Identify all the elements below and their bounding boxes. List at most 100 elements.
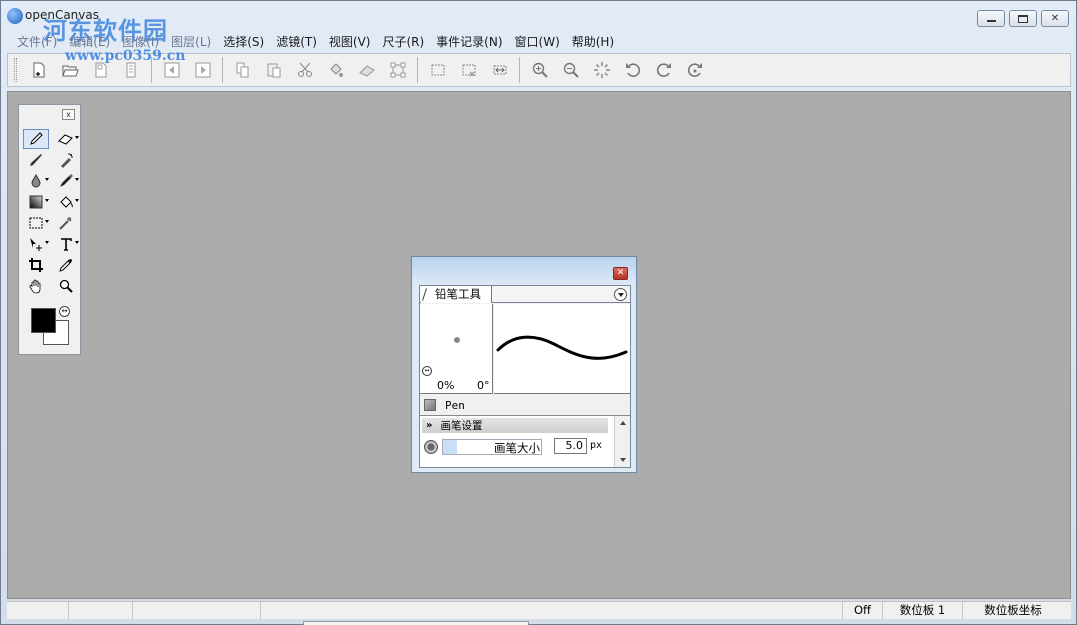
brush-preset-row[interactable]: Pen <box>420 395 630 415</box>
chevron-double-down-icon: » <box>426 420 433 431</box>
cut-button[interactable] <box>292 57 318 83</box>
menu-bar: 文件(F) 编辑(E) 图像(I) 图层(L) 选择(S) 滤镜(T) 视图(V… <box>7 31 1071 51</box>
menu-edit[interactable]: 编辑(E) <box>63 33 116 50</box>
status-tablet-coords: 数位板坐标 <box>984 603 1042 617</box>
save-icon <box>95 62 106 78</box>
gradient-tool[interactable] <box>23 192 49 212</box>
open-button[interactable] <box>57 57 83 83</box>
tab-pencil-tool[interactable]: 铅笔工具 <box>421 286 492 303</box>
brush-size-knob-icon[interactable] <box>424 440 438 454</box>
hand-icon <box>29 279 41 294</box>
scroll-up-icon[interactable] <box>620 421 626 425</box>
rotate-right-button[interactable] <box>651 57 677 83</box>
select-all-button[interactable] <box>425 57 451 83</box>
brush-size-input[interactable]: 5.0 <box>554 438 587 454</box>
paste-button[interactable] <box>261 57 287 83</box>
horizontal-scrollbar[interactable] <box>303 621 529 625</box>
status-cell-4 <box>261 602 843 619</box>
menu-window[interactable]: 窗口(W) <box>509 33 566 50</box>
new-file-button[interactable] <box>26 57 52 83</box>
bucket-icon <box>60 196 73 208</box>
palette-close-button[interactable]: x <box>62 109 75 120</box>
marquee-icon <box>29 217 43 229</box>
copy-button[interactable] <box>230 57 256 83</box>
menu-filter[interactable]: 滤镜(T) <box>270 33 323 50</box>
drop-icon <box>31 173 41 188</box>
reset-rotation-button[interactable] <box>682 57 708 83</box>
app-logo-icon <box>7 8 23 24</box>
menu-help[interactable]: 帮助(H) <box>566 33 620 50</box>
caret-down-icon <box>45 199 49 202</box>
transform-button[interactable] <box>385 57 411 83</box>
paste-icon <box>267 63 280 78</box>
fit-view-button[interactable] <box>589 57 615 83</box>
eraser-tool[interactable] <box>53 129 79 149</box>
flip-button[interactable] <box>487 57 513 83</box>
water-drop-tool[interactable] <box>23 171 49 191</box>
menu-select[interactable]: 选择(S) <box>217 33 270 50</box>
erase-icon <box>358 65 375 77</box>
prev-page-button[interactable] <box>159 57 185 83</box>
zoom-tool[interactable] <box>53 276 79 296</box>
deselect-button[interactable] <box>456 57 482 83</box>
airbrush-icon <box>61 153 73 168</box>
erase-button[interactable] <box>354 57 380 83</box>
caret-down-icon <box>45 178 49 181</box>
tip-angle-value: 0° <box>477 379 490 392</box>
close-icon: ✕ <box>1050 13 1060 24</box>
pencil-tool[interactable] <box>23 129 49 149</box>
brush-size-row: 画笔大小 5.0 px <box>422 436 612 458</box>
marker-tool[interactable] <box>53 171 79 191</box>
fill-button[interactable] <box>323 57 349 83</box>
next-page-button[interactable] <box>190 57 216 83</box>
rotate-tip-icon[interactable]: ↔ <box>422 366 432 376</box>
scroll-down-icon[interactable] <box>620 458 626 462</box>
prev-page-icon <box>164 62 179 78</box>
menu-history[interactable]: 事件记录(N) <box>430 33 508 50</box>
hand-tool[interactable] <box>23 276 49 296</box>
brush-settings-section: » 画笔设置 画笔大小 5.0 px <box>420 415 630 467</box>
brush-settings-header[interactable]: » 画笔设置 <box>422 418 608 433</box>
marker-icon <box>60 174 73 187</box>
move-tool[interactable] <box>23 234 49 254</box>
magic-wand-tool[interactable] <box>53 213 79 233</box>
save-all-icon <box>126 62 135 78</box>
panel-menu-button[interactable] <box>614 288 627 301</box>
dialog-close-button[interactable]: ✕ <box>613 267 628 280</box>
settings-scrollbar[interactable] <box>614 416 630 467</box>
pencil-tool-dialog: ✕ 铅笔工具 ↔ 0% 0° Pen » 画笔设置 画笔大小 5.0 px <box>411 256 637 473</box>
select-rect-icon <box>431 64 444 76</box>
swap-colors-icon[interactable]: ↔ <box>59 306 70 317</box>
eyedropper-tool[interactable] <box>53 255 79 275</box>
zoom-in-button[interactable] <box>527 57 553 83</box>
minimize-button[interactable] <box>977 10 1005 27</box>
airbrush-tool[interactable] <box>53 150 79 170</box>
rotate-left-button[interactable] <box>620 57 646 83</box>
tip-opacity-value: 0% <box>437 379 455 392</box>
toolbar-grip[interactable] <box>14 58 17 82</box>
selection-tool[interactable] <box>23 213 49 233</box>
crop-icon <box>29 258 43 272</box>
open-folder-icon <box>61 65 79 77</box>
brush-preset-icon <box>424 399 436 411</box>
menu-view[interactable]: 视图(V) <box>323 33 377 50</box>
save-button[interactable] <box>88 57 114 83</box>
copy-icon <box>236 62 248 78</box>
brush-tool[interactable] <box>23 150 49 170</box>
menu-layer[interactable]: 图层(L) <box>165 33 217 50</box>
text-tool[interactable] <box>53 234 79 254</box>
bucket-tool[interactable] <box>53 192 79 212</box>
menu-file[interactable]: 文件(F) <box>11 33 63 50</box>
maximize-button[interactable] <box>1009 10 1037 27</box>
foreground-color-swatch[interactable] <box>31 308 56 333</box>
crop-tool[interactable] <box>23 255 49 275</box>
pencil-settings-panel: 铅笔工具 ↔ 0% 0° Pen » 画笔设置 画笔大小 5.0 px <box>419 285 631 468</box>
brush-tip-preview: ↔ 0% 0° <box>420 304 493 394</box>
menu-image[interactable]: 图像(I) <box>116 33 165 50</box>
magnifier-icon <box>59 279 73 293</box>
zoom-out-button[interactable] <box>558 57 584 83</box>
close-button[interactable]: ✕ <box>1041 10 1069 27</box>
status-mode: Off <box>843 602 883 619</box>
save-all-button[interactable] <box>119 57 145 83</box>
menu-ruler[interactable]: 尺子(R) <box>376 33 430 50</box>
